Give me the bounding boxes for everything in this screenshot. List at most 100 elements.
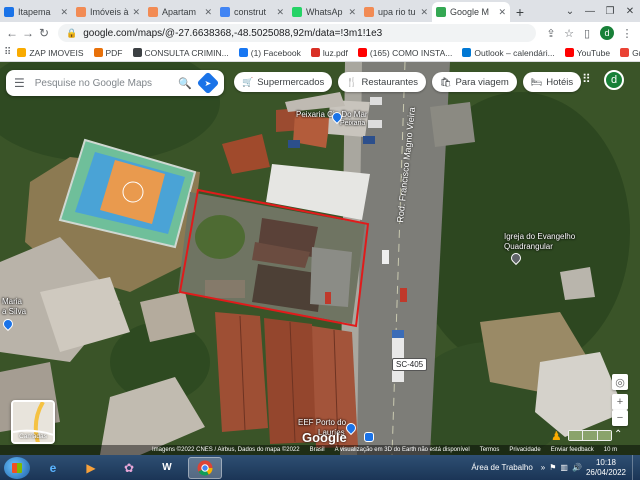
profile-avatar[interactable]: d xyxy=(600,26,614,40)
google-logo: Google xyxy=(302,430,347,445)
place-label-eef-line1[interactable]: EEF Porto do xyxy=(298,418,346,427)
tab-close-icon[interactable]: ✕ xyxy=(420,7,428,18)
bookmark-item[interactable]: ZAP IMOVEIS xyxy=(17,48,84,58)
reload-icon[interactable]: ↻ xyxy=(36,26,52,40)
chip-para-viagem[interactable]: 🛍 Para viagem xyxy=(432,72,517,92)
pegman-icon[interactable]: ♟ xyxy=(551,429,562,443)
url-text: google.com/maps/@-27.6638368,-48.5025088… xyxy=(83,27,383,39)
tab-close-icon[interactable]: ✕ xyxy=(204,7,212,18)
browser-tab[interactable]: Google M ✕ xyxy=(432,2,510,22)
bookmark-item[interactable]: (1) Facebook xyxy=(238,48,301,58)
address-bar[interactable]: 🔒 google.com/maps/@-27.6638368,-48.50250… xyxy=(58,24,536,42)
bed-icon: 🛏 xyxy=(530,76,543,87)
bookmark-item[interactable]: CONSULTA CRIMIN... xyxy=(132,48,229,58)
tab-strip: Itapema ✕ Imóveis à ✕ Apartam ✕ construt ✕ Whats… xyxy=(0,0,640,22)
tab-title: upa rio tu xyxy=(378,7,416,17)
bookmark-item[interactable]: Gmail xyxy=(620,48,640,58)
maps-search-box[interactable]: ☰ Pesquise no Google Maps 🔍 ➤ xyxy=(6,70,224,96)
search-icon[interactable]: 🔍 xyxy=(178,77,192,90)
chrome-taskbar-icon[interactable] xyxy=(188,456,222,479)
category-chips: 🛒 Supermercados 🍴 Restaurantes 🛍 Para viagem 🛏… xyxy=(234,72,587,92)
place-label-church-line2[interactable]: Quadrangular xyxy=(504,242,553,251)
chip-label: Para viagem xyxy=(455,76,509,88)
tab-close-icon[interactable]: ✕ xyxy=(276,7,284,18)
tab-close-icon[interactable]: ✕ xyxy=(132,7,140,18)
tab-favicon-icon xyxy=(292,7,302,17)
tab-close-icon[interactable]: ✕ xyxy=(348,7,356,18)
chevron-down-icon[interactable]: ⌄ xyxy=(560,6,580,17)
lock-icon[interactable]: 🔒 xyxy=(66,28,77,39)
place-label-maria-line2[interactable]: a Silva xyxy=(2,307,26,316)
desktop-toolbar-label[interactable]: Área de Trabalho xyxy=(471,463,532,472)
browser-tab[interactable]: Apartam ✕ xyxy=(144,2,216,22)
side-panel-icon[interactable]: ▯ xyxy=(578,27,596,40)
hamburger-menu-icon[interactable]: ☰ xyxy=(14,76,25,90)
place-label-church-line1[interactable]: Igreja do Evangelho xyxy=(504,232,575,241)
account-avatar[interactable]: d xyxy=(604,70,624,90)
directions-icon[interactable]: ➤ xyxy=(196,71,220,95)
my-location-icon[interactable]: ◎ xyxy=(612,374,628,390)
tab-close-icon[interactable]: ✕ xyxy=(60,7,68,18)
bookmark-star-icon[interactable]: ☆ xyxy=(560,27,578,40)
layers-button[interactable]: Camadas xyxy=(11,400,55,444)
back-icon[interactable]: ← xyxy=(4,26,20,40)
expand-icon[interactable]: ⌃ xyxy=(614,429,622,440)
browser-tab[interactable]: Imóveis à ✕ xyxy=(72,2,144,22)
bookmark-item[interactable]: luz.pdf xyxy=(310,48,348,58)
zoom-out-icon[interactable]: − xyxy=(612,410,628,426)
clock-date: 26/04/2022 xyxy=(585,467,626,477)
bookmark-item[interactable]: PDF xyxy=(93,47,123,58)
bookmark-favicon-icon xyxy=(357,48,367,57)
google-apps-icon[interactable]: ⠿ xyxy=(582,72,591,86)
zoom-in-icon[interactable]: + xyxy=(612,394,628,410)
chip-restaurantes[interactable]: 🍴 Restaurantes xyxy=(338,72,427,92)
bookmark-label: Outlook – calendári... xyxy=(474,47,555,58)
chip-hot-is[interactable]: 🛏 Hotéis xyxy=(522,72,582,92)
chip-label: Restaurantes xyxy=(361,76,419,88)
place-label-maria-line1[interactable]: Maria xyxy=(2,297,22,306)
map-canvas[interactable]: ☰ Pesquise no Google Maps 🔍 ➤ 🛒 Supermerc… xyxy=(0,62,640,455)
ie-taskbar-icon[interactable]: e xyxy=(36,457,70,479)
clock[interactable]: 10:18 26/04/2022 xyxy=(586,458,626,478)
browser-tab[interactable]: WhatsAp ✕ xyxy=(288,2,360,22)
new-tab-icon[interactable]: + xyxy=(510,2,530,22)
paint-taskbar-icon[interactable]: ✿ xyxy=(112,457,146,479)
bookmark-item[interactable]: YouTube xyxy=(564,48,610,58)
start-button[interactable] xyxy=(4,456,30,479)
scale-label[interactable]: 10 m xyxy=(604,447,617,453)
show-desktop-button[interactable] xyxy=(632,455,640,480)
tab-close-icon[interactable]: ✕ xyxy=(498,7,506,18)
browser-tab[interactable]: construt ✕ xyxy=(216,2,288,22)
menu-kebab-icon[interactable]: ⋮ xyxy=(618,27,636,40)
bookmark-item[interactable]: Outlook – calendári... xyxy=(462,47,555,58)
bookmark-item[interactable]: (165) COMO INSTA... xyxy=(357,48,452,58)
search-input[interactable]: Pesquise no Google Maps xyxy=(35,78,179,89)
tab-title: Google M xyxy=(450,7,490,17)
bookmark-favicon-icon xyxy=(310,48,320,57)
browser-tab[interactable]: upa rio tu ✕ xyxy=(360,2,432,22)
browser-tab[interactable]: Itapema ✕ xyxy=(0,2,72,22)
bookmark-favicon-icon xyxy=(93,48,103,57)
network-icon[interactable]: ▥ xyxy=(560,463,568,472)
imagery-type-strip[interactable] xyxy=(568,430,612,441)
tab-favicon-icon xyxy=(76,7,86,17)
flag-icon[interactable]: ⚑ xyxy=(549,463,556,472)
apps-grid-icon[interactable]: ⠿ xyxy=(4,47,11,58)
bookmark-label: PDF xyxy=(105,47,123,58)
forward-icon[interactable]: → xyxy=(20,26,36,40)
media-player-taskbar-icon[interactable]: ▶ xyxy=(74,457,108,479)
minimize-icon[interactable]: — xyxy=(580,6,600,17)
bookmark-favicon-icon xyxy=(462,48,472,57)
maximize-icon[interactable]: ❐ xyxy=(600,6,620,17)
share-icon[interactable]: ⇪ xyxy=(542,27,560,40)
volume-icon[interactable]: 🔊 xyxy=(572,463,582,472)
close-window-icon[interactable]: ✕ xyxy=(620,6,640,17)
privacy-link[interactable]: Privacidade xyxy=(509,447,540,453)
word-taskbar-icon[interactable]: W xyxy=(150,457,184,479)
chrome-icon xyxy=(197,460,213,476)
tray-expand-icon[interactable]: » xyxy=(541,463,545,472)
bus-stop-icon[interactable] xyxy=(364,432,374,442)
feedback-link[interactable]: Enviar feedback xyxy=(551,447,594,453)
chip-supermercados[interactable]: 🛒 Supermercados xyxy=(234,72,333,92)
terms-link[interactable]: Termos xyxy=(480,447,500,453)
